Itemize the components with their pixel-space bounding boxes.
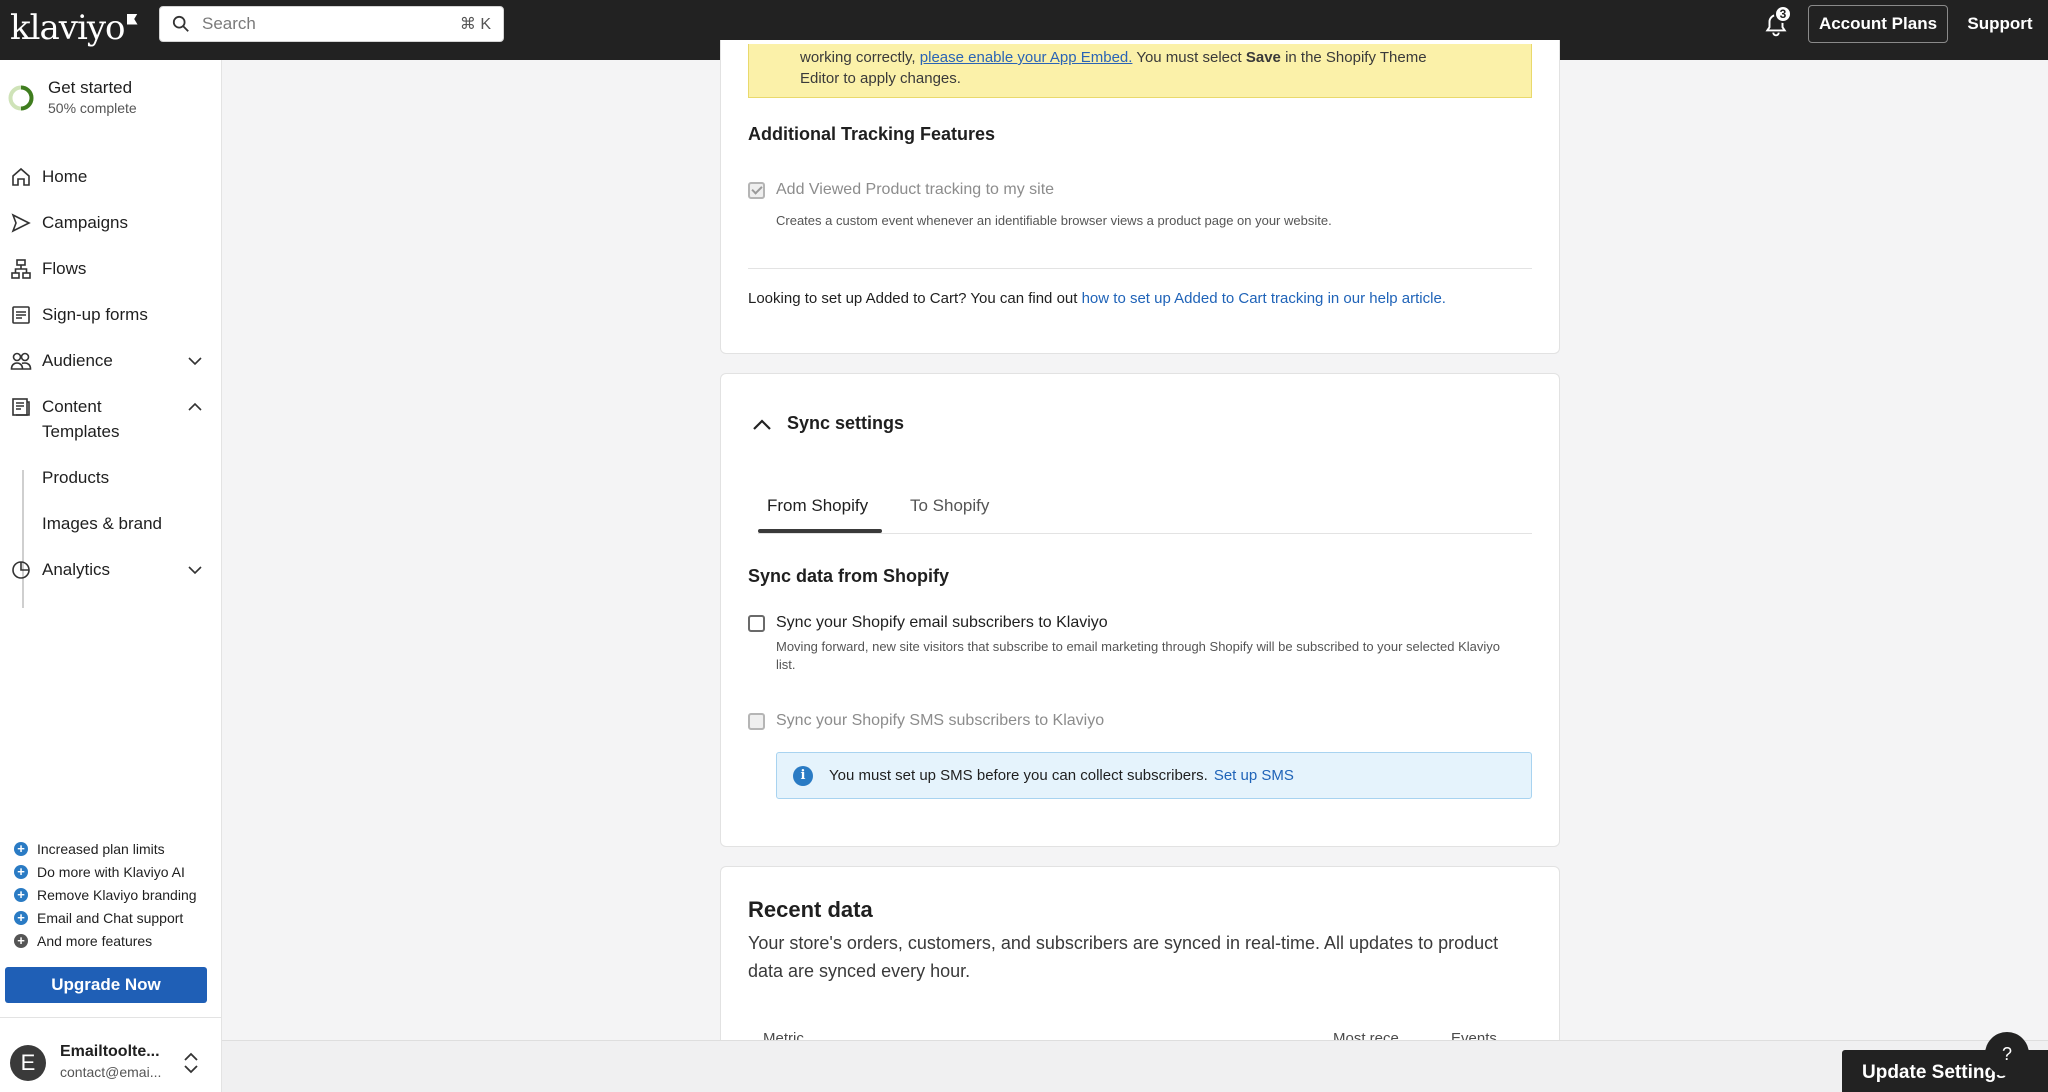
viewed-product-checkbox[interactable] — [748, 182, 765, 199]
set-up-sms-link[interactable]: Set up SMS — [1214, 767, 1294, 784]
account-divider — [0, 1017, 222, 1018]
perk-item: + Email and Chat support — [14, 910, 183, 926]
progress-ring-icon — [8, 85, 34, 111]
tabs-underline — [758, 533, 1532, 534]
sync-email-label: Sync your Shopify email subscribers to K… — [776, 614, 1108, 631]
sidebar-item-label: Content — [42, 397, 102, 416]
perk-label: Email and Chat support — [37, 910, 184, 926]
logo-text: klaviyo — [10, 8, 126, 48]
sidebar-subitem-images-brand[interactable]: Images & brand — [42, 509, 162, 539]
chevron-up-icon[interactable] — [750, 413, 774, 437]
sidebar-item-label: Analytics — [42, 560, 111, 579]
perk-item: + And more features — [14, 933, 152, 949]
perk-label: And more features — [37, 933, 153, 949]
plus-icon: + — [14, 934, 28, 948]
sidebar-item-label: Campaigns — [42, 213, 128, 232]
plus-icon: + — [14, 842, 28, 856]
get-started-progress: 50% complete — [48, 100, 137, 116]
search-placeholder: Search — [202, 14, 256, 33]
enable-app-embed-link[interactable]: please enable your App Embed. — [920, 49, 1133, 66]
tracking-title: Additional Tracking Features — [748, 124, 996, 144]
perk-label: Increased plan limits — [37, 841, 165, 857]
sidebar: Get started 50% complete Home Campaigns … — [0, 60, 222, 1092]
upgrade-now-button[interactable]: Upgrade Now — [5, 967, 207, 1003]
sidebar-item-label: Home — [42, 167, 88, 186]
warning-text: working correctly, please enable your Ap… — [800, 47, 1500, 89]
form-icon — [12, 306, 30, 324]
get-started[interactable]: Get started 50% complete — [8, 78, 137, 116]
sync-settings-title[interactable]: Sync settings — [787, 413, 904, 434]
search-icon — [172, 15, 189, 32]
account-plans-button[interactable]: Account Plans — [1808, 5, 1948, 43]
warning-suffix: You must select — [1136, 49, 1242, 66]
account-switcher-icon[interactable] — [180, 1050, 202, 1076]
avatar[interactable]: E — [10, 1045, 46, 1081]
content-icon — [12, 398, 30, 416]
perk-label: Do more with Klaviyo AI — [37, 864, 185, 880]
sidebar-item-audience[interactable]: Audience — [0, 341, 222, 381]
home-icon — [12, 167, 30, 186]
sidebar-item-home[interactable]: Home — [0, 157, 222, 197]
chevron-down-icon — [188, 357, 202, 366]
get-started-title: Get started — [48, 78, 133, 97]
info-icon: i — [793, 765, 813, 786]
sync-sms-label: Sync your Shopify SMS subscribers to Kla… — [776, 712, 1105, 729]
sms-info-text: You must set up SMS before you can colle… — [829, 767, 1208, 784]
chevron-up-icon — [188, 402, 202, 411]
sidebar-item-signup-forms[interactable]: Sign-up forms — [0, 295, 222, 335]
sidebar-item-label: Sign-up forms — [42, 305, 148, 324]
search-shortcut: ⌘ K — [459, 16, 491, 33]
account-name: Emailtoolte... — [60, 1043, 160, 1060]
klaviyo-logo[interactable]: klaviyo — [10, 6, 138, 50]
sidebar-item-flows[interactable]: Flows — [0, 249, 222, 289]
sidebar-item-label: Audience — [42, 351, 113, 370]
viewed-product-help: Creates a custom event whenever an ident… — [776, 213, 1332, 228]
warning-prefix: working correctly, — [800, 49, 916, 66]
analytics-icon — [12, 561, 30, 579]
perk-item: + Increased plan limits — [14, 841, 165, 857]
sidebar-subitem-templates[interactable]: Templates — [42, 417, 119, 447]
sidebar-item-campaigns[interactable]: Campaigns — [0, 203, 222, 243]
search-input[interactable]: Search ⌘ K — [159, 6, 504, 42]
tracking-divider — [748, 268, 1532, 269]
sync-data-title: Sync data from Shopify — [748, 566, 950, 586]
notification-badge: 3 — [1774, 5, 1792, 23]
recent-data-description: Your store's orders, customers, and subs… — [748, 933, 1499, 981]
warning-bold: Save — [1245, 49, 1281, 66]
support-button[interactable]: Support — [1962, 5, 2038, 43]
added-to-cart-text: Looking to set up Added to Cart? You can… — [748, 290, 1446, 307]
sync-email-subscribers-checkbox[interactable] — [748, 615, 765, 632]
sms-info-banner: i You must set up SMS before you can col… — [776, 752, 1532, 799]
perk-item: + Remove Klaviyo branding — [14, 887, 197, 903]
perk-item: + Do more with Klaviyo AI — [14, 864, 185, 880]
sync-sms-subscribers-checkbox[interactable] — [748, 713, 765, 730]
chevron-down-icon — [188, 566, 202, 575]
sidebar-item-label: Flows — [42, 259, 87, 278]
flows-icon — [11, 259, 31, 279]
bottom-action-bar — [222, 1040, 2048, 1092]
help-button[interactable]: ? — [1985, 1032, 2029, 1076]
plus-icon: + — [14, 888, 28, 902]
sync-email-help: Moving forward, new site visitors that s… — [776, 639, 1501, 672]
plus-icon: + — [14, 865, 28, 879]
recent-data-title: Recent data — [748, 897, 873, 922]
warning-line2: Editor to apply changes. — [800, 70, 961, 87]
added-to-cart-help-link[interactable]: how to set up Added to Cart tracking in … — [1082, 290, 1446, 307]
sidebar-subitem-products[interactable]: Products — [42, 463, 109, 493]
added-to-cart-prefix: Looking to set up Added to Cart? You can… — [748, 290, 1078, 307]
tab-to-shopify[interactable]: To Shopify — [910, 496, 989, 534]
warning-end: in the Shopify Theme — [1285, 49, 1427, 66]
account-email: contact@emai... — [60, 1064, 162, 1080]
perk-label: Remove Klaviyo branding — [37, 887, 197, 903]
active-tab-indicator — [758, 529, 882, 533]
logo-flag-icon — [126, 13, 138, 25]
viewed-product-label: Add Viewed Product tracking to my site — [776, 181, 1055, 198]
sidebar-item-analytics[interactable]: Analytics — [0, 550, 222, 590]
send-icon — [11, 213, 31, 233]
plus-icon: + — [14, 911, 28, 925]
audience-icon — [10, 352, 32, 370]
